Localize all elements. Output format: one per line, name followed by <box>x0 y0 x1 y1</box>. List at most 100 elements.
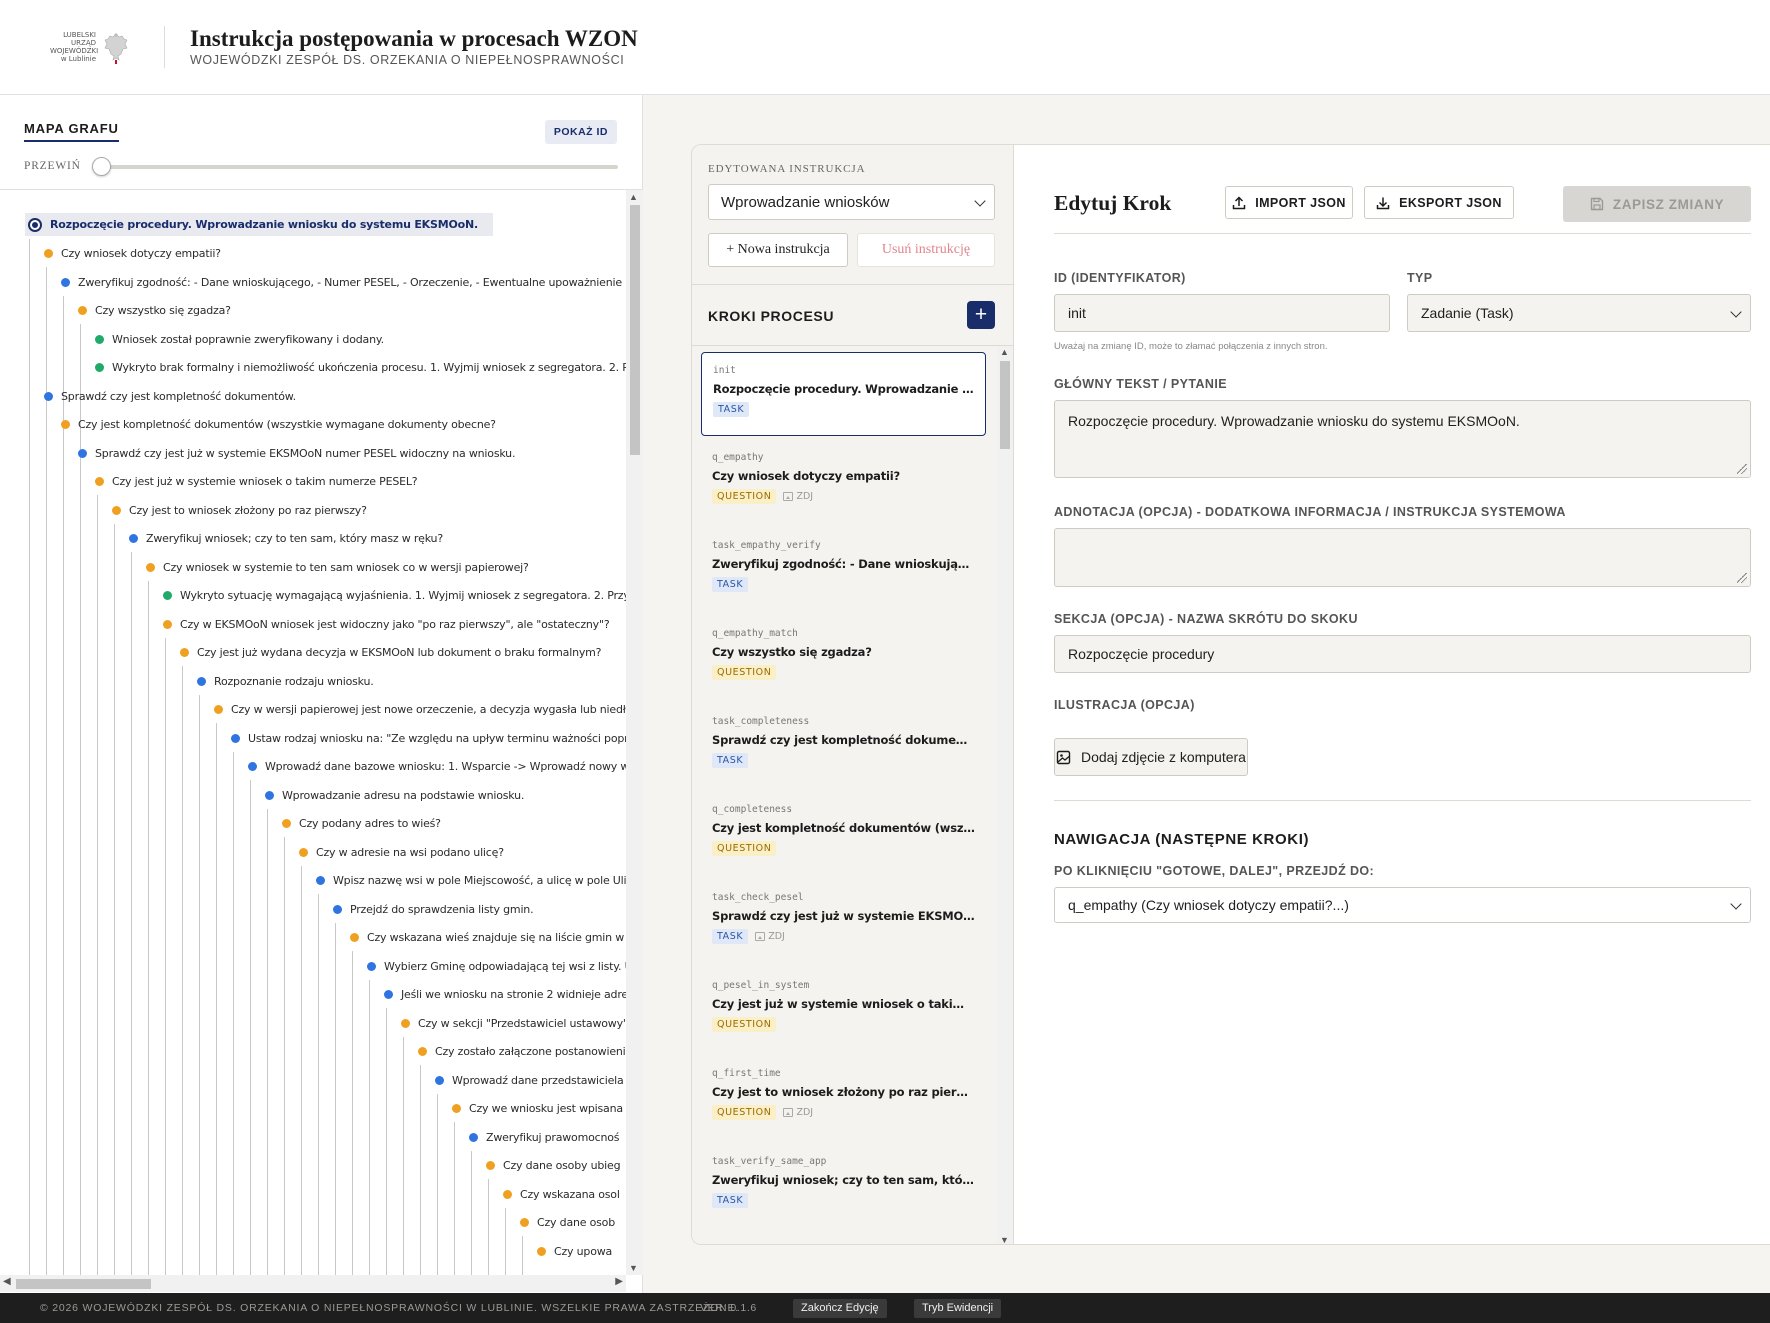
question-node-dot-icon <box>180 648 189 657</box>
annotation-field[interactable] <box>1054 528 1751 587</box>
scroll-left-icon[interactable]: ◀ <box>3 1276 11 1287</box>
tree-node[interactable]: Czy zostało załączone postanowieni <box>418 1041 626 1063</box>
section-field[interactable]: Rozpoczęcie procedury <box>1054 635 1751 673</box>
tree-node[interactable]: Czy podany adres to wieś? <box>282 813 441 835</box>
steps-scrollbar[interactable]: ▲ ▼ <box>997 346 1013 1244</box>
delete-instruction-button[interactable]: Usuń instrukcję <box>857 233 995 267</box>
tree-connector-line <box>522 1236 523 1275</box>
scroll-up-icon[interactable]: ▲ <box>629 192 638 202</box>
tree-node[interactable]: Ustaw rodzaj wniosku na: "Ze względu na … <box>231 727 626 749</box>
tree-node[interactable]: Sprawdź czy jest już w systemie EKSMOoN … <box>78 442 515 464</box>
tree-node[interactable]: Wykryto sytuację wymagającą wyjaśnienia.… <box>163 585 626 607</box>
tree-node[interactable]: Czy w adresie na wsi podano ulicę? <box>299 841 504 863</box>
scroll-down-icon[interactable]: ▼ <box>629 1263 638 1273</box>
tab-graph-map[interactable]: MAPA GRAFU <box>24 121 119 142</box>
tree-node-label: Wykryto sytuację wymagającą wyjaśnienia.… <box>180 589 626 602</box>
editor-title: Edytuj Krok <box>1054 191 1172 215</box>
tree-node[interactable]: Zweryfikuj wniosek; czy to ten sam, któr… <box>129 528 443 550</box>
step-type-badge: TASK <box>712 577 749 592</box>
scroll-down-icon[interactable]: ▼ <box>1000 1235 1009 1244</box>
task-node-dot-icon <box>61 277 70 287</box>
add-photo-button[interactable]: Dodaj zdjęcie z komputera <box>1054 738 1248 776</box>
task-node-dot-icon <box>333 904 342 914</box>
header-divider <box>164 26 165 68</box>
instruction-select[interactable]: Wprowadzanie wniosków <box>708 184 995 220</box>
new-instruction-button[interactable]: + Nowa instrukcja <box>708 233 848 267</box>
tree-node[interactable]: Wprowadź dane przedstawiciela <box>435 1069 624 1091</box>
tree-node[interactable]: Czy wszystko się zgadza? <box>78 300 231 322</box>
tree-node[interactable]: Wprowadź dane bazowe wniosku: 1. Wsparci… <box>248 756 626 778</box>
step-item[interactable]: q_empathy Czy wniosek dotyczy empatii? QUE… <box>701 440 986 524</box>
tree-node[interactable]: Czy w EKSMOoN wniosek jest widoczny jako… <box>163 613 610 635</box>
step-item[interactable]: task_verify_same_app Zweryfikuj wniosek; … <box>701 1144 986 1228</box>
tree-node[interactable]: Czy we wniosku jest wpisana <box>452 1098 623 1120</box>
tree-node[interactable]: Wniosek został poprawnie zweryfikowany i… <box>95 328 384 350</box>
step-item[interactable]: init Rozpoczęcie procedury. Wprowadzanie … <box>701 352 986 436</box>
tree-node[interactable]: Czy wskazana wieś znajduje się na liście… <box>350 927 626 949</box>
tree-node[interactable]: Wpisz nazwę wsi w pole Miejscowość, a ul… <box>316 870 626 892</box>
tree-node[interactable]: Wybierz Gminę odpowiadającą tej wsi z li… <box>367 955 626 977</box>
tree-node-label: Czy w EKSMOoN wniosek jest widoczny jako… <box>180 617 610 631</box>
tree-node[interactable]: Czy jest to wniosek złożony po raz pierw… <box>112 499 367 521</box>
tree-node[interactable]: Czy dane osoby ubieg <box>486 1155 621 1177</box>
tree-node[interactable]: Wprowadzanie adresu na podstawie wniosku… <box>265 784 524 806</box>
question-node-dot-icon <box>486 1161 495 1170</box>
tree-connector-line <box>488 1179 489 1275</box>
tree-horizontal-scrollbar[interactable]: ◀ ▶ <box>0 1275 626 1292</box>
save-changes-button[interactable]: ZAPISZ ZMIANY <box>1563 186 1751 222</box>
tree-node[interactable]: Czy wniosek w systemie to ten sam wniose… <box>146 556 529 578</box>
import-json-button[interactable]: IMPORT JSON <box>1225 186 1353 219</box>
tree-node[interactable]: Czy dane osob <box>520 1212 615 1234</box>
task-node-dot-icon <box>129 534 138 543</box>
tree-node[interactable]: Czy upowa <box>537 1240 612 1262</box>
scrollbar-thumb[interactable] <box>16 1279 151 1289</box>
task-node-dot-icon <box>248 762 257 771</box>
tree-root-node[interactable]: Rozpoczęcie procedury. Wprowadzanie wnio… <box>25 213 493 236</box>
step-text: Czy jest to wniosek złożony po raz pierw… <box>712 1085 975 1099</box>
tree-node[interactable]: Zweryfikuj prawomocnoś <box>469 1126 620 1148</box>
tree-node[interactable]: Sprawdź czy jest kompletność dokumentów. <box>44 385 296 407</box>
tree-node[interactable]: Czy w wersji papierowej jest nowe orzecz… <box>214 699 626 721</box>
task-node-dot-icon <box>316 876 325 885</box>
step-item[interactable]: q_pesel_in_system Czy jest już w systemie… <box>701 968 986 1052</box>
tree-node[interactable]: Czy wniosek dotyczy empatii? <box>44 243 221 265</box>
tree-node[interactable]: Zweryfikuj zgodność: - Dane wnioskująceg… <box>61 271 626 293</box>
tree-node[interactable]: Czy jest już w systemie wniosek o takim … <box>95 471 418 493</box>
records-mode-button[interactable]: Tryb Ewidencji <box>914 1299 1002 1318</box>
scroll-slider-track[interactable] <box>97 165 618 169</box>
scroll-up-icon[interactable]: ▲ <box>1000 347 1009 357</box>
step-item[interactable]: task_completeness Sprawdź czy jest komple… <box>701 704 986 788</box>
tree-connector-line <box>420 1065 421 1275</box>
tree-node[interactable]: Czy w sekcji "Przedstawiciel ustawowy" <box>401 1012 626 1034</box>
scroll-right-icon[interactable]: ▶ <box>615 1276 623 1287</box>
tree-node[interactable]: Czy jest już wydana decyzja w EKSMOoN lu… <box>180 642 602 664</box>
tree-node[interactable]: Wykryto brak formalny i niemożliwość uko… <box>95 357 626 379</box>
id-field[interactable]: init <box>1054 294 1390 332</box>
process-steps-title: KROKI PROCESU <box>708 308 835 324</box>
step-item[interactable]: q_first_time Czy jest to wniosek złożony … <box>701 1056 986 1140</box>
scrollbar-thumb[interactable] <box>630 205 640 455</box>
upload-icon <box>1232 195 1246 209</box>
resize-handle-icon[interactable] <box>1737 464 1747 474</box>
type-select[interactable]: Zadanie (Task) <box>1407 294 1751 332</box>
tree-connector-line <box>182 666 183 1275</box>
tree-node[interactable]: Jeśli we wniosku na stronie 2 widnieje a… <box>384 984 626 1006</box>
export-json-button[interactable]: EKSPORT JSON <box>1364 186 1514 219</box>
step-item[interactable]: task_check_pesel Sprawdź czy jest już w s… <box>701 880 986 964</box>
main-text-field[interactable]: Rozpoczęcie procedury. Wprowadzanie wnio… <box>1054 400 1751 478</box>
end-edit-button[interactable]: Zakończ Edycję <box>793 1299 887 1318</box>
show-id-button[interactable]: POKAŻ ID <box>544 120 617 144</box>
tree-vertical-scrollbar[interactable]: ▲ ▼ <box>626 190 643 1275</box>
tree-node[interactable]: Czy jest kompletność dokumentów (wszystk… <box>61 414 496 436</box>
step-item[interactable]: q_empathy_match Czy wszystko się zgadza? Q… <box>701 616 986 700</box>
next-step-select[interactable]: q_empathy (Czy wniosek dotyczy empatii?.… <box>1054 887 1751 923</box>
tree-node[interactable]: Rozpoznanie rodzaju wniosku. <box>197 670 374 692</box>
tree-node[interactable]: Czy wskazana osol <box>503 1183 620 1205</box>
resize-handle-icon[interactable] <box>1737 573 1747 583</box>
scroll-slider-thumb[interactable] <box>92 157 111 176</box>
step-item[interactable]: task_empathy_verify Zweryfikuj zgodność: … <box>701 528 986 612</box>
tree-node[interactable]: Przejdź do sprawdzenia listy gmin. <box>333 898 534 920</box>
scrollbar-thumb[interactable] <box>1000 361 1010 449</box>
add-step-button[interactable]: + <box>967 301 995 329</box>
step-item[interactable]: q_completeness Czy jest kompletność dokum… <box>701 792 986 876</box>
